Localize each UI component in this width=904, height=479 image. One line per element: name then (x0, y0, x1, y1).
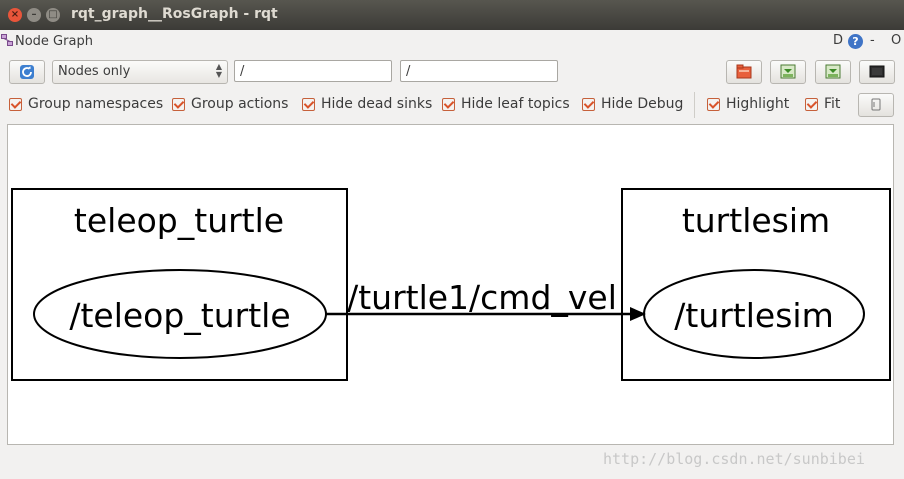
option-label: Hide Debug (601, 96, 684, 112)
node-label-turtlesim: /turtlesim (674, 296, 833, 335)
topic-filter-input[interactable] (400, 60, 558, 82)
topic-filter-field[interactable] (401, 61, 557, 81)
edge-label-cmd-vel[interactable]: /turtle1/cmd_vel (347, 278, 617, 317)
option-highlight[interactable]: Highlight (707, 95, 789, 113)
screen-icon (869, 65, 885, 78)
watermark: http://blog.csdn.net/sunbibei (603, 450, 865, 468)
option-label: Highlight (726, 96, 790, 112)
window-close-button[interactable]: × (8, 8, 22, 22)
checkbox-checked-icon[interactable] (442, 97, 455, 111)
node-label-teleop: /teleop_turtle (69, 296, 290, 335)
option-group-actions[interactable]: Group actions (172, 95, 288, 113)
node-graph-icon (1, 34, 13, 46)
checkbox-checked-icon[interactable] (582, 97, 595, 111)
cluster-label-turtlesim[interactable]: turtlesim (682, 201, 830, 240)
plugin-header: Node Graph D ? - O (0, 30, 904, 54)
option-label: Group namespaces (28, 96, 164, 112)
option-group-namespaces[interactable]: Group namespaces (9, 95, 163, 113)
load-dot-button[interactable] (726, 60, 762, 84)
node-filter-field[interactable] (235, 61, 391, 81)
plugin-close-button[interactable]: O (891, 33, 901, 48)
save-dot-button[interactable] (770, 60, 806, 84)
help-icon[interactable]: ? (848, 34, 863, 49)
graph-mode-value: Nodes only (58, 64, 131, 79)
graph-mode-select[interactable]: Nodes only ▲ ▼ (52, 60, 228, 84)
spin-arrows-icon: ▲ ▼ (215, 62, 222, 79)
folder-icon (736, 64, 752, 79)
save-svg-button[interactable] (815, 60, 851, 84)
refresh-icon (20, 65, 34, 79)
save-svg-icon (825, 64, 841, 79)
checkbox-checked-icon[interactable] (9, 97, 22, 111)
graph-canvas[interactable]: teleop_turtle /teleop_turtle turtlesim /… (7, 124, 894, 445)
save-image-icon (780, 64, 796, 79)
option-hide-debug[interactable]: Hide Debug (582, 95, 683, 113)
window-minimize-button[interactable]: – (27, 8, 41, 22)
node-filter-input[interactable] (234, 60, 392, 82)
option-label: Fit (824, 96, 841, 112)
fit-view-icon (871, 98, 881, 111)
option-label: Hide dead sinks (321, 96, 433, 112)
toolbar-divider (694, 92, 695, 118)
option-hide-leaf-topics[interactable]: Hide leaf topics (442, 95, 570, 113)
refresh-button[interactable] (9, 60, 45, 84)
option-hide-dead-sinks[interactable]: Hide dead sinks (302, 95, 432, 113)
cluster-label-teleop[interactable]: teleop_turtle (74, 201, 284, 240)
checkbox-checked-icon[interactable] (172, 97, 185, 111)
ros-graph: teleop_turtle /teleop_turtle turtlesim /… (11, 188, 891, 381)
option-label: Hide leaf topics (461, 96, 570, 112)
checkbox-checked-icon[interactable] (302, 97, 315, 111)
window-titlebar: × – □ rqt_graph__RosGraph - rqt (0, 0, 904, 30)
fit-in-view-button[interactable] (858, 93, 894, 117)
checkbox-checked-icon[interactable] (805, 97, 818, 111)
plugin-title: Node Graph (15, 34, 93, 49)
save-image-button[interactable] (859, 60, 895, 84)
window-maximize-button[interactable]: □ (46, 8, 60, 22)
checkbox-checked-icon[interactable] (707, 97, 720, 111)
dock-button[interactable]: D (833, 33, 843, 48)
window-title: rqt_graph__RosGraph - rqt (71, 6, 278, 22)
option-label: Group actions (191, 96, 289, 112)
plugin-minimize-button[interactable]: - (870, 33, 875, 48)
option-fit[interactable]: Fit (805, 95, 840, 113)
